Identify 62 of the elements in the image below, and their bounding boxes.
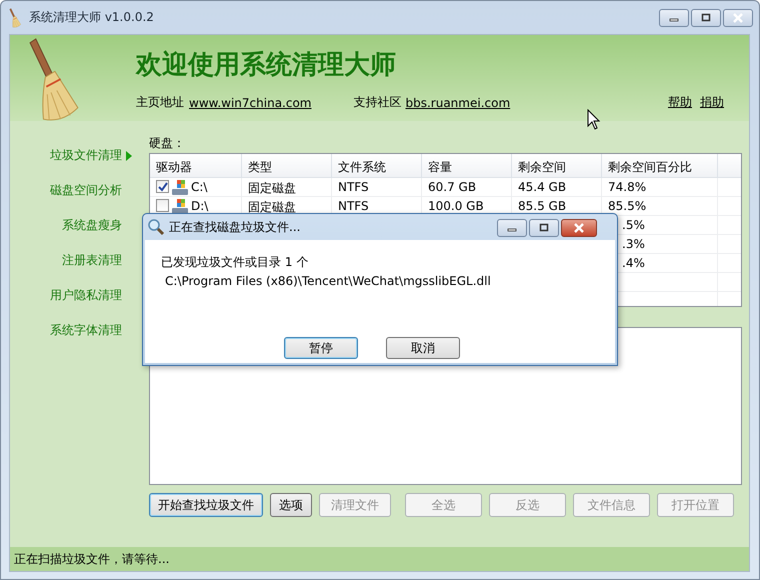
column-header[interactable]: 类型 bbox=[242, 154, 332, 177]
window-title: 系统清理大师 v1.0.0.2 bbox=[29, 9, 155, 26]
maximize-button[interactable] bbox=[691, 9, 721, 27]
maximize-button[interactable] bbox=[529, 219, 559, 237]
table-cell: 固定磁盘 bbox=[248, 180, 296, 197]
table-cell: 固定磁盘 bbox=[248, 199, 296, 216]
table-cell: 60.7 GB bbox=[428, 180, 476, 194]
arrow-icon bbox=[126, 150, 132, 160]
minimize-button[interactable] bbox=[659, 9, 689, 27]
drive-icon bbox=[172, 180, 188, 195]
broom-icon bbox=[7, 8, 23, 28]
table-cell: 85.5 GB bbox=[518, 199, 566, 213]
homepage-label: 主页地址 bbox=[136, 94, 184, 111]
minimize-button[interactable] bbox=[497, 219, 527, 237]
table-cell: .3% bbox=[622, 237, 645, 251]
table-cell: .4% bbox=[622, 256, 645, 270]
dialog-title: 正在查找磁盘垃圾文件... bbox=[169, 218, 302, 236]
action-button[interactable]: 开始查找垃圾文件 bbox=[149, 493, 263, 517]
table-cell: 74.8% bbox=[608, 180, 646, 194]
close-button[interactable] bbox=[561, 219, 597, 237]
header-link[interactable]: 捐助 bbox=[700, 94, 724, 111]
table-cell: 45.4 GB bbox=[518, 180, 566, 194]
community-link[interactable]: bbs.ruanmei.com bbox=[405, 96, 510, 110]
table-cell: .5% bbox=[622, 218, 645, 232]
maximize-icon bbox=[700, 13, 712, 23]
close-button[interactable] bbox=[723, 9, 753, 27]
dialog-button[interactable]: 暂停 bbox=[284, 337, 358, 359]
sidebar-item[interactable]: 磁盘空间分析 bbox=[50, 182, 140, 199]
sidebar-item[interactable]: 系统字体清理 bbox=[50, 322, 140, 339]
column-header[interactable]: 驱动器 bbox=[150, 154, 242, 177]
close-icon bbox=[573, 223, 585, 233]
column-header[interactable]: 剩余空间 bbox=[512, 154, 602, 177]
checkbox[interactable] bbox=[156, 180, 169, 193]
table-cell: 100.0 GB bbox=[428, 199, 484, 213]
column-header[interactable]: 容量 bbox=[422, 154, 512, 177]
table-cell: 85.5% bbox=[608, 199, 646, 213]
disk-label: 硬盘： bbox=[149, 135, 186, 152]
cursor-icon bbox=[587, 109, 601, 131]
column-header[interactable]: 剩余空间百分比 bbox=[602, 154, 718, 177]
table-cell: D:\ bbox=[191, 199, 208, 213]
drive-icon bbox=[172, 199, 188, 214]
maximize-icon bbox=[538, 223, 550, 233]
community-label: 支持社区 bbox=[353, 94, 402, 111]
table-cell: C:\ bbox=[191, 180, 208, 194]
close-icon bbox=[732, 13, 744, 23]
homepage-link[interactable]: www.win7china.com bbox=[189, 96, 312, 110]
action-button[interactable]: 选项 bbox=[270, 493, 312, 517]
table-cell: NTFS bbox=[338, 199, 369, 213]
dialog-button[interactable]: 取消 bbox=[386, 337, 460, 359]
status-bar: 正在扫描垃圾文件，请等待... bbox=[10, 547, 749, 571]
header-link[interactable]: 帮助 bbox=[668, 94, 692, 111]
found-message: 已发现垃圾文件或目录 1 个 bbox=[161, 254, 310, 271]
sidebar-item[interactable]: 用户隐私清理 bbox=[50, 287, 140, 304]
heading: 欢迎使用系统清理大师 bbox=[136, 49, 397, 82]
sidebar-item[interactable]: 垃圾文件清理 bbox=[50, 147, 140, 164]
file-path: C:\Program Files (x86)\Tencent\WeChat\mgsslibEGL.dll bbox=[164, 274, 492, 288]
column-header[interactable]: 文件系统 bbox=[332, 154, 422, 177]
sidebar-item[interactable]: 注册表清理 bbox=[62, 252, 140, 269]
sidebar-item[interactable]: 系统盘瘦身 bbox=[62, 217, 140, 234]
table-cell: NTFS bbox=[338, 180, 369, 194]
checkbox[interactable] bbox=[156, 199, 169, 212]
search-icon bbox=[147, 218, 165, 236]
